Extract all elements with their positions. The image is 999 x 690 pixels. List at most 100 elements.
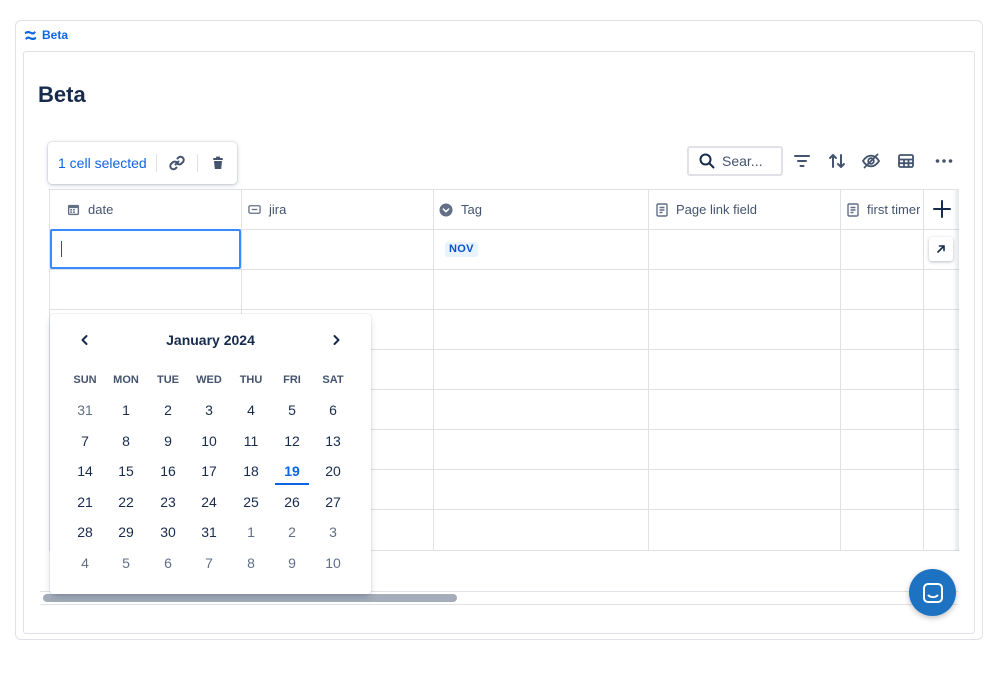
page-title: Beta <box>38 82 86 107</box>
date-input[interactable] <box>60 241 241 257</box>
calendar-day[interactable]: 2 <box>273 518 311 546</box>
calendar-day[interactable]: 12 <box>273 427 311 455</box>
delete-button[interactable] <box>207 152 229 174</box>
text-caret <box>61 241 62 257</box>
selection-toolbar: 1 cell selected <box>48 142 237 184</box>
calendar-day[interactable]: 3 <box>314 518 352 546</box>
cells-selected-label: 1 cell selected <box>58 155 147 171</box>
hide-fields-button[interactable] <box>860 150 882 172</box>
more-options-button[interactable] <box>933 150 955 172</box>
weekday-label: MON <box>113 374 139 386</box>
calendar-day[interactable]: 4 <box>66 549 104 577</box>
search-box[interactable] <box>687 146 783 176</box>
link-icon <box>169 155 185 171</box>
calendar-day[interactable]: 23 <box>149 488 187 516</box>
weekday-label: TUE <box>157 374 179 386</box>
column-header-tag[interactable]: Tag <box>439 190 644 229</box>
calendar-day[interactable]: 18 <box>232 457 270 485</box>
calendar-day[interactable]: 17 <box>190 457 228 485</box>
tag-icon <box>439 203 453 216</box>
date-cell-editor[interactable] <box>50 229 241 269</box>
calendar-day[interactable]: 29 <box>107 518 145 546</box>
column-label: Page link field <box>676 202 757 217</box>
calendar-day[interactable]: 27 <box>314 488 352 516</box>
calendar-icon <box>67 204 80 216</box>
calendar-day[interactable]: 15 <box>107 457 145 485</box>
calendar-day[interactable]: 9 <box>273 549 311 577</box>
weekday-label: THU <box>239 374 263 386</box>
calendar-day[interactable]: 30 <box>149 518 187 546</box>
weekday-label: WED <box>196 374 222 386</box>
row-divider <box>50 309 959 310</box>
calendar-day[interactable]: 24 <box>190 488 228 516</box>
chevron-right-icon <box>333 335 340 345</box>
chat-support-button[interactable] <box>909 569 956 616</box>
scrollbar-track-border <box>40 604 958 605</box>
table-view-icon <box>898 154 914 168</box>
calendar-day[interactable]: 1 <box>232 518 270 546</box>
page-icon <box>656 202 668 217</box>
column-header-first-timer[interactable]: first timer <box>847 190 920 229</box>
calendar-day[interactable]: 9 <box>149 427 187 455</box>
calendar-day[interactable]: 5 <box>273 396 311 424</box>
calendar-day[interactable]: 31 <box>66 396 104 424</box>
open-row-button[interactable] <box>929 237 953 261</box>
calendar-day[interactable]: 10 <box>190 427 228 455</box>
horizontal-scrollbar-thumb[interactable] <box>43 594 457 602</box>
column-label: date <box>88 202 114 217</box>
calendar-day[interactable]: 22 <box>107 488 145 516</box>
search-icon <box>699 153 715 169</box>
calendar-day[interactable]: 4 <box>232 396 270 424</box>
chat-icon <box>922 582 943 603</box>
date-picker-popup: January 2024 SUN MON TUE WED THU FRI SAT 31 1 2 3 4… <box>50 314 371 594</box>
next-month-button[interactable] <box>325 329 347 351</box>
search-input[interactable] <box>722 153 770 169</box>
column-header-page-link-field[interactable]: Page link field <box>656 190 836 229</box>
calendar-day[interactable]: 25 <box>232 488 270 516</box>
breadcrumb-label[interactable]: Beta <box>42 28 68 42</box>
calendar-day[interactable]: 28 <box>66 518 104 546</box>
column-divider <box>840 190 841 551</box>
column-divider <box>923 190 924 551</box>
calendar-day[interactable]: 7 <box>66 427 104 455</box>
add-column-button[interactable] <box>932 199 952 219</box>
calendar-day[interactable]: 8 <box>232 549 270 577</box>
calendar-month-label: January 2024 <box>166 332 255 348</box>
weekday-label: SAT <box>322 374 344 386</box>
column-header-jira[interactable]: jira <box>248 190 428 229</box>
page-icon <box>847 202 859 217</box>
more-icon <box>935 159 953 163</box>
calendar-day[interactable]: 13 <box>314 427 352 455</box>
calendar-day[interactable]: 2 <box>149 396 187 424</box>
sort-button[interactable] <box>826 150 848 172</box>
tag-lozenge[interactable]: NOV <box>445 242 478 257</box>
calendar-day-selected[interactable]: 19 <box>273 457 311 486</box>
calendar-day[interactable]: 1 <box>107 396 145 424</box>
table-view-button[interactable] <box>895 150 917 172</box>
calendar-day[interactable]: 5 <box>107 549 145 577</box>
column-header-date[interactable]: date <box>67 190 237 229</box>
calendar-day[interactable]: 21 <box>66 488 104 516</box>
calendar-day[interactable]: 20 <box>314 457 352 485</box>
calendar-day[interactable]: 10 <box>314 549 352 577</box>
column-label: Tag <box>461 202 482 217</box>
row-divider <box>50 269 959 270</box>
toolbar-divider <box>196 154 198 172</box>
copy-link-button[interactable] <box>166 152 188 174</box>
calendar-day[interactable]: 8 <box>107 427 145 455</box>
calendar-day[interactable]: 6 <box>149 549 187 577</box>
calendar-day[interactable]: 11 <box>232 427 270 455</box>
weekday-label: SUN <box>73 374 97 386</box>
column-divider <box>648 190 649 551</box>
filter-button[interactable] <box>791 150 813 172</box>
calendar-day[interactable]: 6 <box>314 396 352 424</box>
breadcrumb[interactable]: Beta <box>24 28 68 42</box>
calendar-day[interactable]: 7 <box>190 549 228 577</box>
calendar-day[interactable]: 14 <box>66 457 104 485</box>
toolbar-divider <box>155 154 157 172</box>
calendar-day[interactable]: 16 <box>149 457 187 485</box>
calendar-day[interactable]: 31 <box>190 518 228 546</box>
calendar-day[interactable]: 26 <box>273 488 311 516</box>
calendar-day[interactable]: 3 <box>190 396 228 424</box>
arrow-up-right-icon <box>937 245 945 253</box>
